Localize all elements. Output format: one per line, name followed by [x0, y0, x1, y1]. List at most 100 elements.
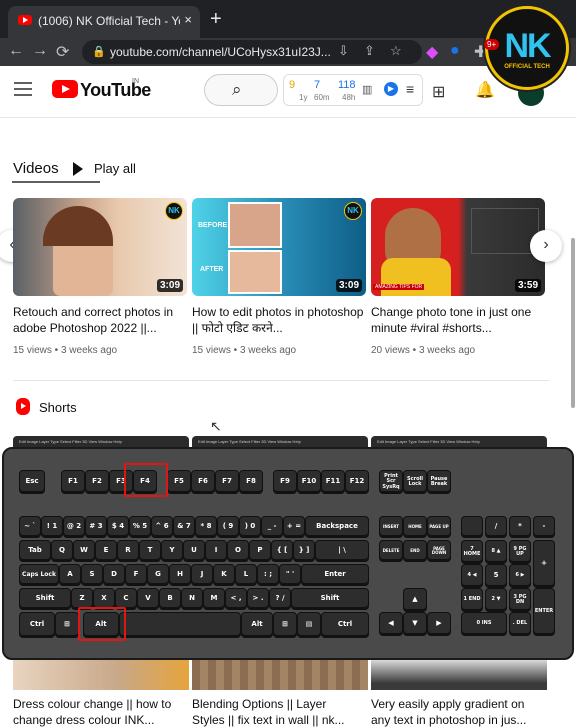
shirt-image — [381, 258, 451, 296]
search-icon[interactable]: ⌕ — [232, 80, 242, 100]
notifications-bell-icon[interactable]: 🔔 — [475, 80, 495, 100]
key-0: ) 0 — [240, 517, 260, 537]
video-title[interactable]: How to edit photos in photoshop || फोटो … — [192, 304, 364, 336]
install-icon[interactable]: ⇩ — [338, 43, 349, 59]
video-duration: 3:59 — [514, 279, 541, 292]
short-thumbnail-bottom[interactable] — [192, 656, 368, 690]
extension-logo-icon[interactable]: ▶ — [384, 82, 398, 96]
key-o: O — [228, 541, 248, 561]
keyboard-overlay: Esc F1 F2 F3 F4 F5 F6 F7 F8 F9 F10 F11 F… — [2, 447, 574, 660]
shorts-section-title: Shorts — [39, 400, 77, 415]
channel-logo-letters: NK — [504, 27, 551, 65]
scrollbar[interactable] — [571, 238, 575, 408]
new-tab-button[interactable]: + — [210, 9, 222, 29]
video-duration: 3:09 — [335, 279, 362, 292]
key-num-8: 8 ▲ — [486, 541, 506, 563]
key-shift-left: Shift — [20, 589, 70, 609]
short-title[interactable]: Very easily apply gradient on any text i… — [371, 696, 541, 728]
play-icon[interactable] — [73, 162, 83, 176]
key-equals: + = — [284, 517, 304, 537]
arrow-down-icon: ▼ — [404, 613, 426, 635]
play-all-button[interactable]: Play all — [94, 161, 136, 176]
key-z: Z — [72, 589, 92, 609]
youtube-logo-icon[interactable] — [52, 80, 78, 98]
short-menu-strip: Edit Image Layer Type Select Filter 3D V… — [377, 439, 480, 444]
short-title[interactable]: Blending Options || Layer Styles || fix … — [192, 696, 362, 728]
key-bracket-right: } ] — [294, 541, 314, 561]
url-field[interactable]: 🔒 youtube.com/channel/UCoHysx31uI23J... … — [82, 40, 422, 64]
channel-logo-badge: NK OFFICIAL TECH 9+ — [484, 6, 569, 90]
key-num-0: 0 INS — [462, 613, 506, 635]
stat-b: 7 — [314, 79, 321, 91]
forward-icon[interactable]: → — [32, 42, 48, 60]
short-thumbnail-bottom[interactable] — [371, 656, 547, 690]
video-thumbnail[interactable]: NK 3:09 — [13, 198, 187, 296]
back-icon[interactable]: ← — [8, 42, 24, 60]
menu-icon[interactable] — [14, 82, 32, 96]
video-thumbnail[interactable]: BEFORE AFTER NK 3:09 — [192, 198, 366, 296]
extension-icon[interactable]: ◆ — [426, 42, 438, 62]
country-code: IN — [132, 78, 139, 85]
key-y: Y — [162, 541, 182, 561]
carousel-next-button[interactable]: › — [530, 230, 562, 262]
channel-watermark-icon: NK — [165, 202, 183, 220]
key-home: HOME — [404, 517, 426, 537]
chart-icon[interactable]: ▥ — [362, 83, 372, 96]
key-scroll-lock: Scroll Lock — [404, 471, 426, 493]
key-b: B — [160, 589, 180, 609]
key-x: X — [94, 589, 114, 609]
key-9: ( 9 — [218, 517, 238, 537]
tab-close-icon[interactable]: × — [184, 12, 192, 27]
key-f9: F9 — [274, 471, 296, 493]
key-num-lock — [462, 517, 482, 537]
key-num-9: 9 PG UP — [510, 541, 530, 563]
key-num-plus: + — [534, 541, 554, 587]
short-thumbnail-bottom[interactable] — [13, 656, 189, 690]
active-tab-underline — [12, 181, 100, 183]
key-n: N — [182, 589, 202, 609]
key-c: C — [116, 589, 136, 609]
short-title[interactable]: Dress colour change || how to change dre… — [13, 696, 183, 728]
short-menu-strip: Edit Image Layer Type Select Filter 3D V… — [19, 439, 122, 444]
video-title[interactable]: Change photo tone in just one minute #vi… — [371, 304, 543, 336]
key-num-enter: ENTER — [534, 589, 554, 635]
section-divider — [13, 380, 549, 381]
channel-watermark-icon: NK — [344, 202, 362, 220]
photoshop-panel-image — [471, 208, 539, 254]
arrow-left-icon: ◀ — [380, 613, 402, 635]
key-shift-right: Shift — [292, 589, 368, 609]
key-7: & 7 — [174, 517, 194, 537]
key-3: # 3 — [86, 517, 106, 537]
video-thumbnail[interactable]: AMAZING TIPS FOR 3:59 — [371, 198, 545, 296]
key-caps-lock: Caps Lock — [20, 565, 58, 585]
stats-extension-widget[interactable]: 9 7 118 1y 60m 48h ▥ ▶ ≡ — [283, 74, 423, 106]
video-title[interactable]: Retouch and correct photos in adobe Phot… — [13, 304, 185, 336]
extension-icon-2[interactable]: ● — [450, 42, 460, 60]
menu-key-icon: ▤ — [298, 613, 320, 637]
key-j: J — [192, 565, 212, 585]
create-video-icon[interactable]: ⊞ — [432, 82, 445, 102]
lock-icon[interactable]: 🔒 — [92, 45, 106, 58]
stat-a-sub: 1y — [299, 93, 308, 102]
key-print-screen: Print Scr SysRq — [380, 471, 402, 493]
key-4: $ 4 — [108, 517, 128, 537]
key-a: A — [60, 565, 80, 585]
video-meta: 15 views • 3 weeks ago — [192, 345, 297, 356]
key-m: M — [204, 589, 224, 609]
key-num-1: 1 END — [462, 589, 482, 611]
key-num-5: 5 — [486, 565, 506, 587]
video-duration: 3:09 — [156, 279, 183, 292]
key-6: ^ 6 — [152, 517, 172, 537]
key-tab: Tab — [20, 541, 50, 561]
key-i: I — [206, 541, 226, 561]
bookmark-star-icon[interactable]: ☆ — [390, 43, 402, 59]
share-icon[interactable]: ⇪ — [364, 43, 375, 59]
key-k: K — [214, 565, 234, 585]
reload-icon[interactable]: ⟳ — [56, 42, 69, 62]
key-f1: F1 — [62, 471, 84, 493]
list-icon[interactable]: ≡ — [406, 81, 414, 97]
youtube-logo-text[interactable]: YouTube — [80, 80, 151, 101]
browser-tab[interactable]: (1006) NK Official Tech - YouTube × — [8, 6, 200, 38]
key-f5: F5 — [168, 471, 190, 493]
key-e: E — [96, 541, 116, 561]
